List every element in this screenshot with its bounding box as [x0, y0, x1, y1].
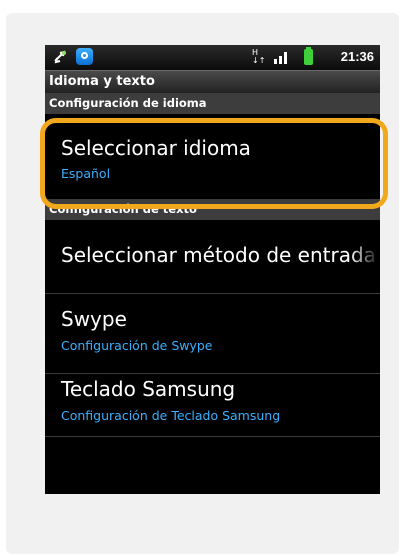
- highlight-annotation: [40, 118, 388, 209]
- usb-icon: [54, 50, 66, 64]
- network-activity-arrows: ↓↑: [252, 56, 266, 65]
- status-bar: H ↓↑ 21:36: [45, 45, 380, 70]
- divider: [45, 436, 380, 437]
- list-item-samsung-keyboard[interactable]: Teclado Samsung Configuración de Teclado…: [45, 374, 380, 436]
- app-notification-icon: [76, 48, 93, 65]
- list-item-subtitle: Configuración de Swype: [61, 338, 213, 353]
- list-item-title: Seleccionar método de entrada: [61, 243, 376, 267]
- signal-icon: [274, 52, 287, 64]
- section-header-language: Configuración de idioma: [45, 93, 380, 114]
- section-header-language-label: Configuración de idioma: [49, 96, 207, 110]
- text-fade-overlay: [350, 242, 380, 272]
- network-type-indicator: H ↓↑: [252, 49, 265, 65]
- list-item-input-method[interactable]: Seleccionar método de entrada: [45, 220, 380, 293]
- phone-screen: H ↓↑ 21:36 Idioma y texto Configuración …: [45, 45, 380, 494]
- battery-icon: [304, 47, 313, 65]
- title-bar: Idioma y texto: [45, 70, 380, 93]
- clock: 21:36: [340, 49, 374, 64]
- list-item-title: Teclado Samsung: [61, 377, 236, 401]
- list-item-swype[interactable]: Swype Configuración de Swype: [45, 294, 380, 373]
- page-title: Idioma y texto: [49, 74, 155, 89]
- list-item-subtitle: Configuración de Teclado Samsung: [61, 408, 281, 423]
- list-item-title: Swype: [61, 307, 127, 331]
